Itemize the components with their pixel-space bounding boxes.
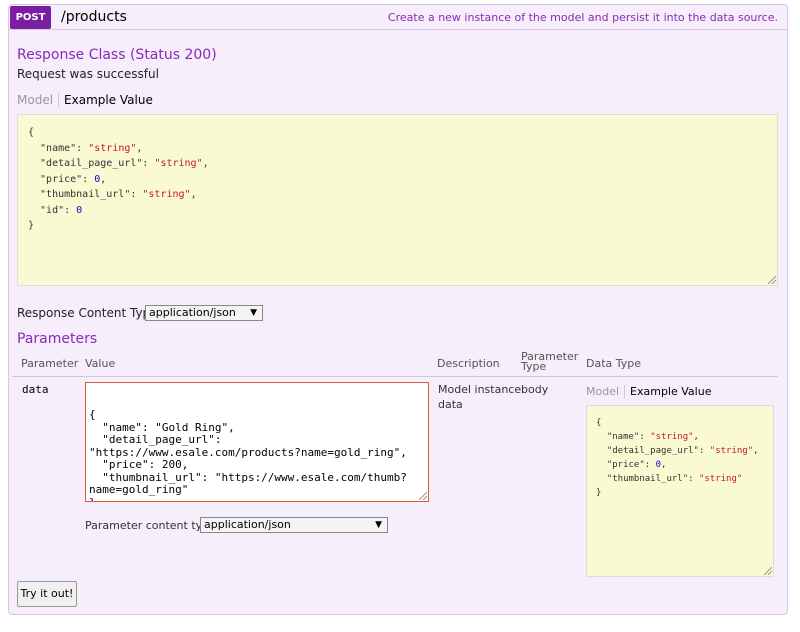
json-comma: ,	[693, 432, 699, 442]
json-comma: ,	[202, 158, 209, 169]
method-badge[interactable]: POST	[10, 6, 51, 29]
try-it-out-button[interactable]: Try it out!	[17, 581, 77, 607]
dropdown-arrow-icon: ▼	[375, 520, 382, 530]
json-value: 0	[76, 204, 83, 216]
json-line: }	[28, 218, 767, 234]
json-comma: ,	[190, 189, 197, 200]
json-line: "thumbnail_url": "string",	[28, 187, 767, 203]
json-key: "thumbnail_url":	[596, 474, 699, 484]
body-line: "detail_page_url":	[89, 433, 222, 446]
param-description-line1: Model instance	[438, 383, 522, 396]
parameters-heading: Parameters	[17, 331, 98, 347]
json-comma: ,	[100, 173, 107, 185]
json-line: "price": 0,	[596, 458, 764, 472]
col-parameter: Parameter	[21, 357, 79, 370]
json-line: "thumbnail_url": "string"	[596, 472, 764, 486]
json-value: "string"	[698, 474, 743, 484]
json-key: "name":	[28, 142, 89, 154]
json-key: "price":	[596, 460, 656, 470]
table-header-divider	[12, 376, 778, 377]
param-data-type-example[interactable]: { "name": "string", "detail_page_url": "…	[586, 405, 774, 577]
response-model-tab[interactable]: Model	[17, 93, 60, 107]
response-content-type-label: Response Content Type	[17, 306, 158, 320]
col-parameter-type: Parameter Type	[521, 351, 578, 373]
body-line: {	[89, 408, 96, 421]
dropdown-arrow-icon: ▼	[250, 308, 257, 318]
operation-path[interactable]: /products	[61, 9, 127, 25]
response-content-type-select[interactable]: application/json ▼	[145, 305, 263, 321]
response-example-value: { "name": "string", "detail_page_url": "…	[17, 114, 778, 286]
json-value: "string"	[154, 158, 203, 169]
param-body-textarea[interactable]: { "name": "Gold Ring", "detail_page_url"…	[85, 382, 429, 502]
resize-handle[interactable]	[419, 492, 427, 500]
json-value: "string"	[142, 189, 191, 200]
json-comma: ,	[136, 142, 143, 154]
json-value: "string"	[88, 142, 137, 154]
json-key: "thumbnail_url":	[28, 189, 143, 200]
col-value: Value	[85, 357, 116, 370]
param-content-type-value: application/json	[204, 518, 291, 531]
json-value: "string"	[650, 432, 694, 442]
json-comma: ,	[753, 446, 759, 456]
operation-heading[interactable]: POST /products Create a new instance of …	[9, 5, 787, 30]
param-example-tab[interactable]: Example Value	[625, 385, 711, 398]
response-class-heading: Response Class (Status 200)	[17, 47, 217, 63]
operation-summary[interactable]: Create a new instance of the model and p…	[388, 11, 778, 24]
param-model-tab[interactable]: Model	[586, 385, 626, 398]
resize-handle[interactable]	[764, 567, 772, 575]
param-signature-tabs: Model Example Value	[586, 385, 711, 398]
json-line: }	[596, 486, 764, 500]
json-value: {	[596, 418, 602, 428]
param-type: body	[521, 383, 549, 396]
json-line: {	[28, 125, 767, 141]
json-value: }	[596, 488, 602, 498]
col-data-type: Data Type	[586, 357, 642, 370]
json-line: "detail_page_url": "string",	[28, 156, 767, 172]
json-value: "string"	[709, 446, 754, 456]
json-value: }	[28, 220, 35, 231]
json-line: "detail_page_url": "string",	[596, 444, 764, 458]
param-description: Model instance data	[438, 382, 521, 412]
json-key: "price":	[28, 173, 95, 185]
json-value: {	[28, 127, 35, 138]
response-status-text: Request was successful	[17, 67, 159, 81]
json-key: "detail_page_url":	[28, 158, 155, 169]
resize-handle[interactable]	[768, 276, 776, 284]
col-parameter-type-line2: Type	[521, 360, 547, 373]
json-key: "name":	[596, 432, 651, 442]
body-line: }	[89, 495, 96, 502]
json-line: "id": 0	[28, 203, 767, 219]
response-signature-tabs: Model Example Value	[17, 93, 153, 107]
json-key: "detail_page_url":	[596, 446, 710, 456]
response-content-type-value: application/json	[149, 306, 236, 319]
json-line: "name": "string",	[28, 141, 767, 157]
json-line: "name": "string",	[596, 430, 764, 444]
body-line: "price": 200,	[89, 458, 189, 471]
response-example-tab[interactable]: Example Value	[59, 93, 153, 107]
param-content-type-select[interactable]: application/json ▼	[200, 517, 388, 533]
body-line: name=gold_ring"	[89, 483, 189, 496]
col-description: Description	[437, 357, 500, 370]
json-line: "price": 0,	[28, 172, 767, 188]
param-name: data	[22, 383, 49, 396]
param-description-line2: data	[438, 398, 463, 411]
json-line: {	[596, 416, 764, 430]
json-comma: ,	[661, 460, 667, 470]
json-key: "id":	[28, 204, 77, 216]
